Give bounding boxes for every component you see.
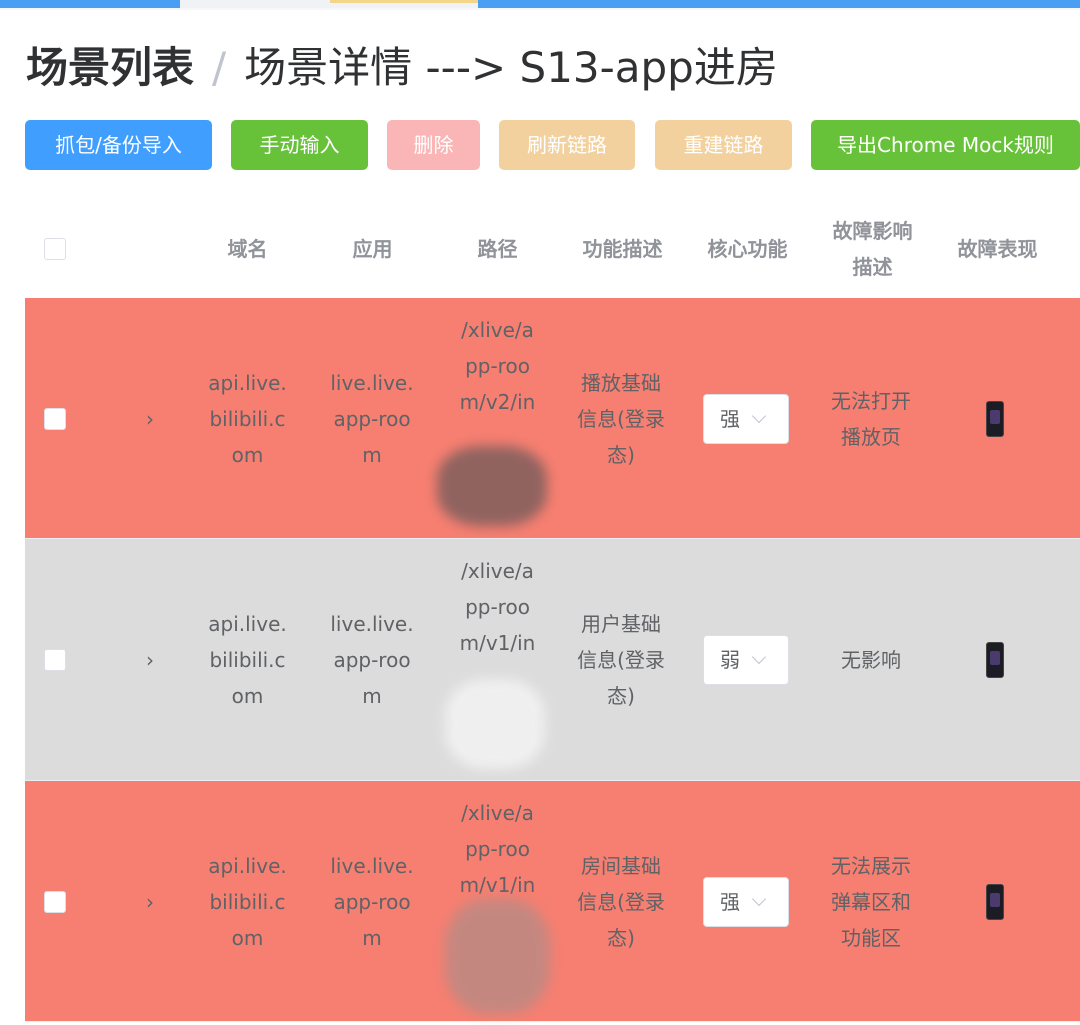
domain-text: api.live.bilibili.com — [208, 612, 287, 708]
core-func-cell: 强 — [703, 781, 789, 1022]
chevron-down-icon — [751, 649, 767, 665]
chevron-right-icon[interactable]: › — [146, 401, 154, 437]
app-cell: live.live.app-room — [328, 539, 416, 781]
app-text: live.live.app-room — [330, 612, 414, 708]
row-select-cell — [25, 298, 85, 539]
app-cell: live.live.app-room — [328, 781, 416, 1022]
row-select-cell — [25, 539, 85, 781]
app-text: live.live.app-room — [330, 370, 414, 467]
row-select-cell — [25, 781, 85, 1022]
row-checkbox[interactable] — [44, 649, 66, 671]
core-func-cell: 弱 — [703, 539, 789, 781]
rebuild-link-button[interactable]: 重建链路 — [655, 120, 792, 170]
symptom-cell — [975, 781, 1015, 1022]
chevron-right-icon[interactable]: › — [146, 642, 154, 678]
func-desc-text: 房间基础信息(登录态) — [577, 853, 665, 950]
manual-input-button[interactable]: 手动输入 — [231, 120, 368, 170]
breadcrumb: 场景列表 / 场景详情 ---> S13-app进房 — [26, 40, 778, 96]
row-checkbox[interactable] — [44, 890, 66, 913]
breadcrumb-scene-list[interactable]: 场景列表 — [26, 43, 194, 92]
chevron-down-icon — [751, 891, 767, 906]
func-desc-cell: 用户基础信息(登录态) — [575, 539, 667, 781]
chevron-down-icon — [751, 408, 767, 423]
redacted-path — [437, 446, 547, 526]
breadcrumb-separator: / — [212, 43, 227, 92]
expand-cell: › — [125, 298, 175, 539]
breadcrumb-scene-detail: 场景详情 ---> S13-app进房 — [244, 43, 778, 92]
domain-cell: api.live.bilibili.com — [205, 539, 290, 781]
core-func-select[interactable]: 强 — [703, 393, 789, 444]
header-impact-desc: 故障影响描述 — [832, 219, 913, 279]
table-row: › api.live.bilibili.com live.live.app-ro… — [25, 539, 1080, 781]
top-tab-1[interactable] — [0, 0, 180, 8]
domain-cell: api.live.bilibili.com — [205, 298, 290, 539]
impact-cell: 无法展示弹幕区和功能区 — [825, 781, 917, 1022]
top-tab-4[interactable] — [478, 0, 1080, 8]
header-app: 应用 — [352, 237, 393, 261]
header-func-desc: 功能描述 — [582, 237, 663, 261]
impact-text: 无法展示弹幕区和功能区 — [831, 853, 911, 950]
domain-cell: api.live.bilibili.com — [205, 781, 290, 1022]
expand-cell: › — [125, 539, 175, 781]
header-path: 路径 — [477, 237, 518, 261]
symptom-cell — [975, 298, 1015, 539]
symptom-cell — [975, 539, 1015, 781]
header-select-all — [25, 200, 85, 298]
expand-cell: › — [125, 781, 175, 1022]
table-header: 域名 应用 路径 功能描述 核心功能 故障影响描述 故障表现 — [0, 200, 1080, 298]
redacted-path — [445, 899, 550, 1014]
header-symptom: 故障表现 — [957, 237, 1038, 261]
app-cell: live.live.app-room — [328, 298, 416, 539]
func-desc-text: 用户基础信息(登录态) — [577, 612, 665, 708]
impact-text: 无法打开播放页 — [831, 388, 911, 449]
core-func-value: 强 — [720, 889, 740, 914]
top-tab-bar — [0, 0, 1080, 10]
app-text: live.live.app-room — [330, 853, 414, 950]
impact-text: 无影响 — [841, 648, 901, 672]
domain-text: api.live.bilibili.com — [208, 853, 287, 950]
impact-cell: 无法打开播放页 — [825, 298, 917, 539]
header-domain: 域名 — [227, 237, 268, 261]
refresh-link-button[interactable]: 刷新链路 — [499, 120, 635, 170]
domain-text: api.live.bilibili.com — [208, 370, 287, 467]
func-desc-text: 播放基础信息(登录态) — [577, 370, 665, 467]
screenshot-thumbnail[interactable] — [986, 883, 1004, 920]
func-desc-cell: 房间基础信息(登录态) — [575, 781, 667, 1022]
path-text: /xlive/app-room/v1/in — [459, 801, 536, 897]
screenshot-thumbnail[interactable] — [986, 400, 1004, 437]
core-func-value: 弱 — [720, 648, 740, 672]
path-text: /xlive/app-room/v1/in — [459, 559, 536, 655]
screenshot-thumbnail[interactable] — [986, 642, 1004, 678]
table-row: › api.live.bilibili.com live.live.app-ro… — [25, 781, 1080, 1022]
table-row: › api.live.bilibili.com live.live.app-ro… — [25, 298, 1080, 539]
header-core-func: 核心功能 — [707, 237, 788, 261]
core-func-cell: 强 — [703, 298, 789, 539]
top-tab-2[interactable] — [180, 0, 330, 8]
select-all-checkbox[interactable] — [44, 238, 66, 260]
delete-button[interactable]: 删除 — [387, 120, 480, 170]
top-tab-3[interactable] — [330, 0, 478, 8]
import-button[interactable]: 抓包/备份导入 — [25, 120, 212, 170]
chevron-right-icon[interactable]: › — [146, 884, 154, 920]
func-desc-cell: 播放基础信息(登录态) — [575, 298, 667, 539]
core-func-select[interactable]: 强 — [703, 876, 789, 927]
core-func-select[interactable]: 弱 — [703, 635, 789, 685]
row-checkbox[interactable] — [44, 407, 66, 430]
core-func-value: 强 — [720, 406, 740, 431]
row-divider — [25, 1021, 1080, 1022]
redacted-path — [445, 679, 545, 769]
impact-cell: 无影响 — [825, 539, 917, 781]
path-text: /xlive/app-room/v2/in — [459, 318, 536, 414]
export-mock-button[interactable]: 导出Chrome Mock规则 — [811, 120, 1080, 170]
